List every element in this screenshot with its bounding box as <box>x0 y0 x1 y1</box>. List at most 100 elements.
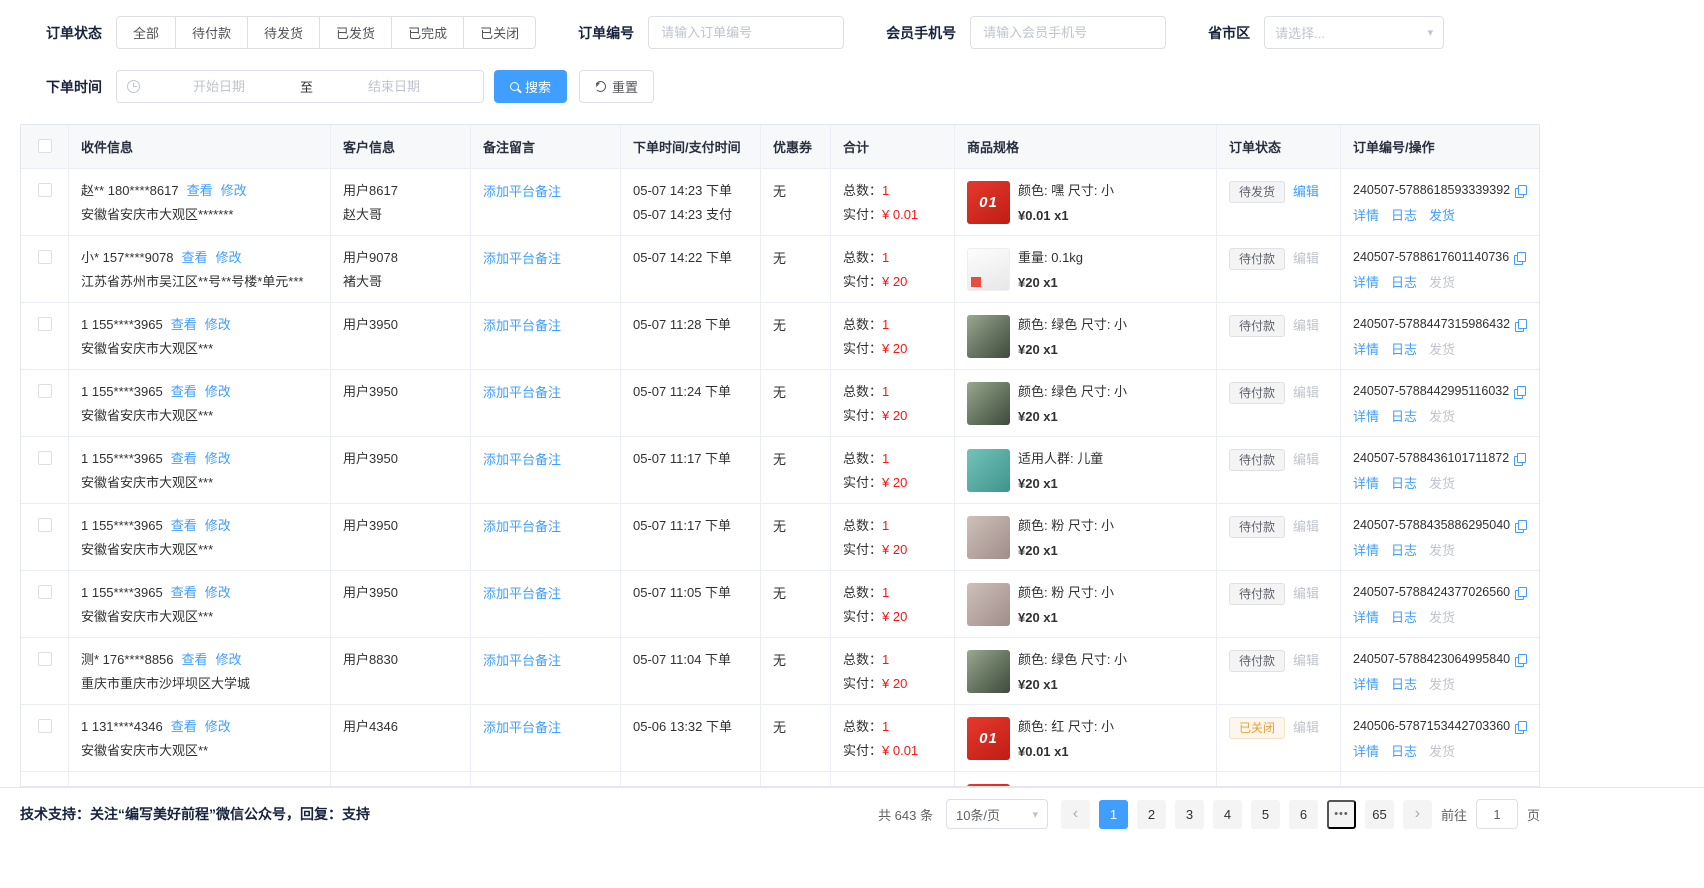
row-checkbox[interactable] <box>38 317 52 331</box>
detail-link[interactable]: 详情 <box>1353 339 1379 358</box>
ship-link[interactable]: 发货 <box>1429 473 1455 492</box>
more-pages-button[interactable]: ••• <box>1327 800 1356 829</box>
row-checkbox[interactable] <box>38 652 52 666</box>
status-filter-button[interactable]: 已发货 <box>319 16 392 49</box>
detail-link[interactable]: 详情 <box>1353 607 1379 626</box>
row-checkbox[interactable] <box>38 250 52 264</box>
status-filter-button[interactable]: 待发货 <box>247 16 320 49</box>
edit-order-link[interactable]: 编辑 <box>1293 519 1319 534</box>
add-remark-link[interactable]: 添加平台备注 <box>483 519 561 534</box>
row-checkbox[interactable] <box>38 183 52 197</box>
detail-link[interactable]: 详情 <box>1353 406 1379 425</box>
copy-icon[interactable] <box>1514 453 1526 465</box>
edit-order-link[interactable]: 编辑 <box>1293 184 1319 199</box>
select-all-checkbox[interactable] <box>38 139 52 153</box>
log-link[interactable]: 日志 <box>1391 473 1417 492</box>
status-filter-button[interactable]: 已完成 <box>391 16 464 49</box>
edit-order-link[interactable]: 编辑 <box>1293 318 1319 333</box>
modify-link[interactable]: 修改 <box>216 652 242 667</box>
edit-order-link[interactable]: 编辑 <box>1293 653 1319 668</box>
modify-link[interactable]: 修改 <box>205 719 231 734</box>
row-checkbox[interactable] <box>38 518 52 532</box>
copy-icon[interactable] <box>1514 252 1526 264</box>
view-link[interactable]: 查看 <box>171 719 197 734</box>
ship-link[interactable]: 发货 <box>1429 406 1455 425</box>
log-link[interactable]: 日志 <box>1391 272 1417 291</box>
ship-link[interactable]: 发货 <box>1429 339 1455 358</box>
end-date-input[interactable] <box>315 79 473 94</box>
view-link[interactable]: 查看 <box>171 451 197 466</box>
start-date-input[interactable] <box>140 79 298 94</box>
add-remark-link[interactable]: 添加平台备注 <box>483 653 561 668</box>
region-select[interactable]: 请选择... ▾ <box>1264 16 1444 49</box>
status-filter-button[interactable]: 待付款 <box>175 16 248 49</box>
modify-link[interactable]: 修改 <box>205 384 231 399</box>
phone-input[interactable] <box>970 16 1166 49</box>
modify-link[interactable]: 修改 <box>205 317 231 332</box>
log-link[interactable]: 日志 <box>1391 406 1417 425</box>
modify-link[interactable]: 修改 <box>205 585 231 600</box>
add-remark-link[interactable]: 添加平台备注 <box>483 318 561 333</box>
add-remark-link[interactable]: 添加平台备注 <box>483 184 561 199</box>
log-link[interactable]: 日志 <box>1391 674 1417 693</box>
detail-link[interactable]: 详情 <box>1353 741 1379 760</box>
edit-order-link[interactable]: 编辑 <box>1293 720 1319 735</box>
page-size-select[interactable]: 10条/页 ▾ <box>946 799 1048 829</box>
goto-page-input[interactable] <box>1476 799 1518 829</box>
copy-icon[interactable] <box>1515 721 1527 733</box>
next-page-button[interactable]: › <box>1403 800 1432 829</box>
view-link[interactable]: 查看 <box>182 250 208 265</box>
copy-icon[interactable] <box>1515 587 1527 599</box>
add-remark-link[interactable]: 添加平台备注 <box>483 586 561 601</box>
edit-order-link[interactable]: 编辑 <box>1293 251 1319 266</box>
log-link[interactable]: 日志 <box>1391 540 1417 559</box>
edit-order-link[interactable]: 编辑 <box>1293 385 1319 400</box>
view-link[interactable]: 查看 <box>171 518 197 533</box>
ship-link[interactable]: 发货 <box>1429 540 1455 559</box>
page-button[interactable]: 3 <box>1175 800 1204 829</box>
add-remark-link[interactable]: 添加平台备注 <box>483 251 561 266</box>
date-range-picker[interactable]: 至 <box>116 70 484 103</box>
log-link[interactable]: 日志 <box>1391 339 1417 358</box>
detail-link[interactable]: 详情 <box>1353 540 1379 559</box>
view-link[interactable]: 查看 <box>187 183 213 198</box>
page-button[interactable]: 2 <box>1137 800 1166 829</box>
detail-link[interactable]: 详情 <box>1353 674 1379 693</box>
log-link[interactable]: 日志 <box>1391 205 1417 224</box>
modify-link[interactable]: 修改 <box>205 451 231 466</box>
status-filter-button[interactable]: 全部 <box>116 16 176 49</box>
page-button[interactable]: 5 <box>1251 800 1280 829</box>
add-remark-link[interactable]: 添加平台备注 <box>483 452 561 467</box>
modify-link[interactable]: 修改 <box>216 250 242 265</box>
row-checkbox[interactable] <box>38 585 52 599</box>
page-button[interactable]: 6 <box>1289 800 1318 829</box>
detail-link[interactable]: 详情 <box>1353 473 1379 492</box>
log-link[interactable]: 日志 <box>1391 607 1417 626</box>
view-link[interactable]: 查看 <box>171 585 197 600</box>
view-link[interactable]: 查看 <box>171 384 197 399</box>
search-button[interactable]: 搜索 <box>494 70 567 103</box>
row-checkbox[interactable] <box>38 451 52 465</box>
page-button[interactable]: 1 <box>1099 800 1128 829</box>
log-link[interactable]: 日志 <box>1391 741 1417 760</box>
add-remark-link[interactable]: 添加平台备注 <box>483 720 561 735</box>
add-remark-link[interactable]: 添加平台备注 <box>483 385 561 400</box>
copy-icon[interactable] <box>1515 654 1527 666</box>
row-checkbox[interactable] <box>38 384 52 398</box>
copy-icon[interactable] <box>1515 319 1527 331</box>
detail-link[interactable]: 详情 <box>1353 272 1379 291</box>
copy-icon[interactable] <box>1515 185 1527 197</box>
copy-icon[interactable] <box>1515 520 1527 532</box>
prev-page-button[interactable]: ‹ <box>1061 800 1090 829</box>
detail-link[interactable]: 详情 <box>1353 205 1379 224</box>
ship-link[interactable]: 发货 <box>1429 674 1455 693</box>
ship-link[interactable]: 发货 <box>1429 607 1455 626</box>
edit-order-link[interactable]: 编辑 <box>1293 452 1319 467</box>
view-link[interactable]: 查看 <box>171 317 197 332</box>
ship-link[interactable]: 发货 <box>1429 272 1455 291</box>
ship-link[interactable]: 发货 <box>1429 741 1455 760</box>
view-link[interactable]: 查看 <box>182 652 208 667</box>
page-button[interactable]: 65 <box>1365 800 1394 829</box>
copy-icon[interactable] <box>1514 386 1526 398</box>
row-checkbox[interactable] <box>38 719 52 733</box>
